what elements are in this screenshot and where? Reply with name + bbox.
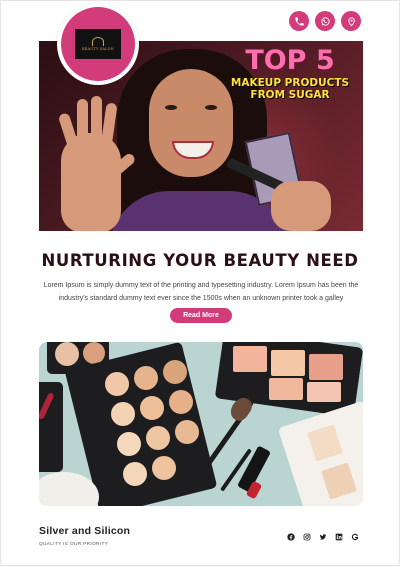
linkedin-icon[interactable] xyxy=(335,533,343,541)
crown-icon xyxy=(92,37,104,46)
hero-headline-big: TOP 5 xyxy=(245,45,335,76)
section-title: NURTURING YOUR BEAUTY NEED xyxy=(41,251,359,270)
footer-brand: Silver and Silicon xyxy=(39,525,131,537)
logo[interactable]: BEAUTY SALON xyxy=(57,3,139,85)
location-icon[interactable] xyxy=(341,11,361,31)
hero-headline: TOP 5 MAKEUP PRODUCTS FROM SUGAR xyxy=(225,47,355,101)
whatsapp-icon[interactable] xyxy=(315,11,335,31)
footer-tagline: QUALITY IS OUR PRIORITY xyxy=(39,542,109,547)
logo-circle: BEAUTY SALON xyxy=(61,7,135,81)
social-links xyxy=(287,533,359,541)
section-body: Lorem Ipsum is simply dummy text of the … xyxy=(43,282,359,302)
logo-text: BEAUTY SALON xyxy=(82,47,114,51)
google-icon[interactable] xyxy=(351,533,359,541)
instagram-icon[interactable] xyxy=(303,533,311,541)
phone-icon[interactable] xyxy=(289,11,309,31)
logo-badge: BEAUTY SALON xyxy=(75,29,121,59)
page: BEAUTY SALON TOP 5 MAKEUP PRODUCTS FROM … xyxy=(1,1,399,565)
read-more-button[interactable]: Read More xyxy=(170,308,232,323)
hero-headline-small: MAKEUP PRODUCTS FROM SUGAR xyxy=(230,77,350,102)
twitter-icon[interactable] xyxy=(319,533,327,541)
makeup-photo xyxy=(39,342,363,506)
contact-icons xyxy=(289,11,361,31)
facebook-icon[interactable] xyxy=(287,533,295,541)
